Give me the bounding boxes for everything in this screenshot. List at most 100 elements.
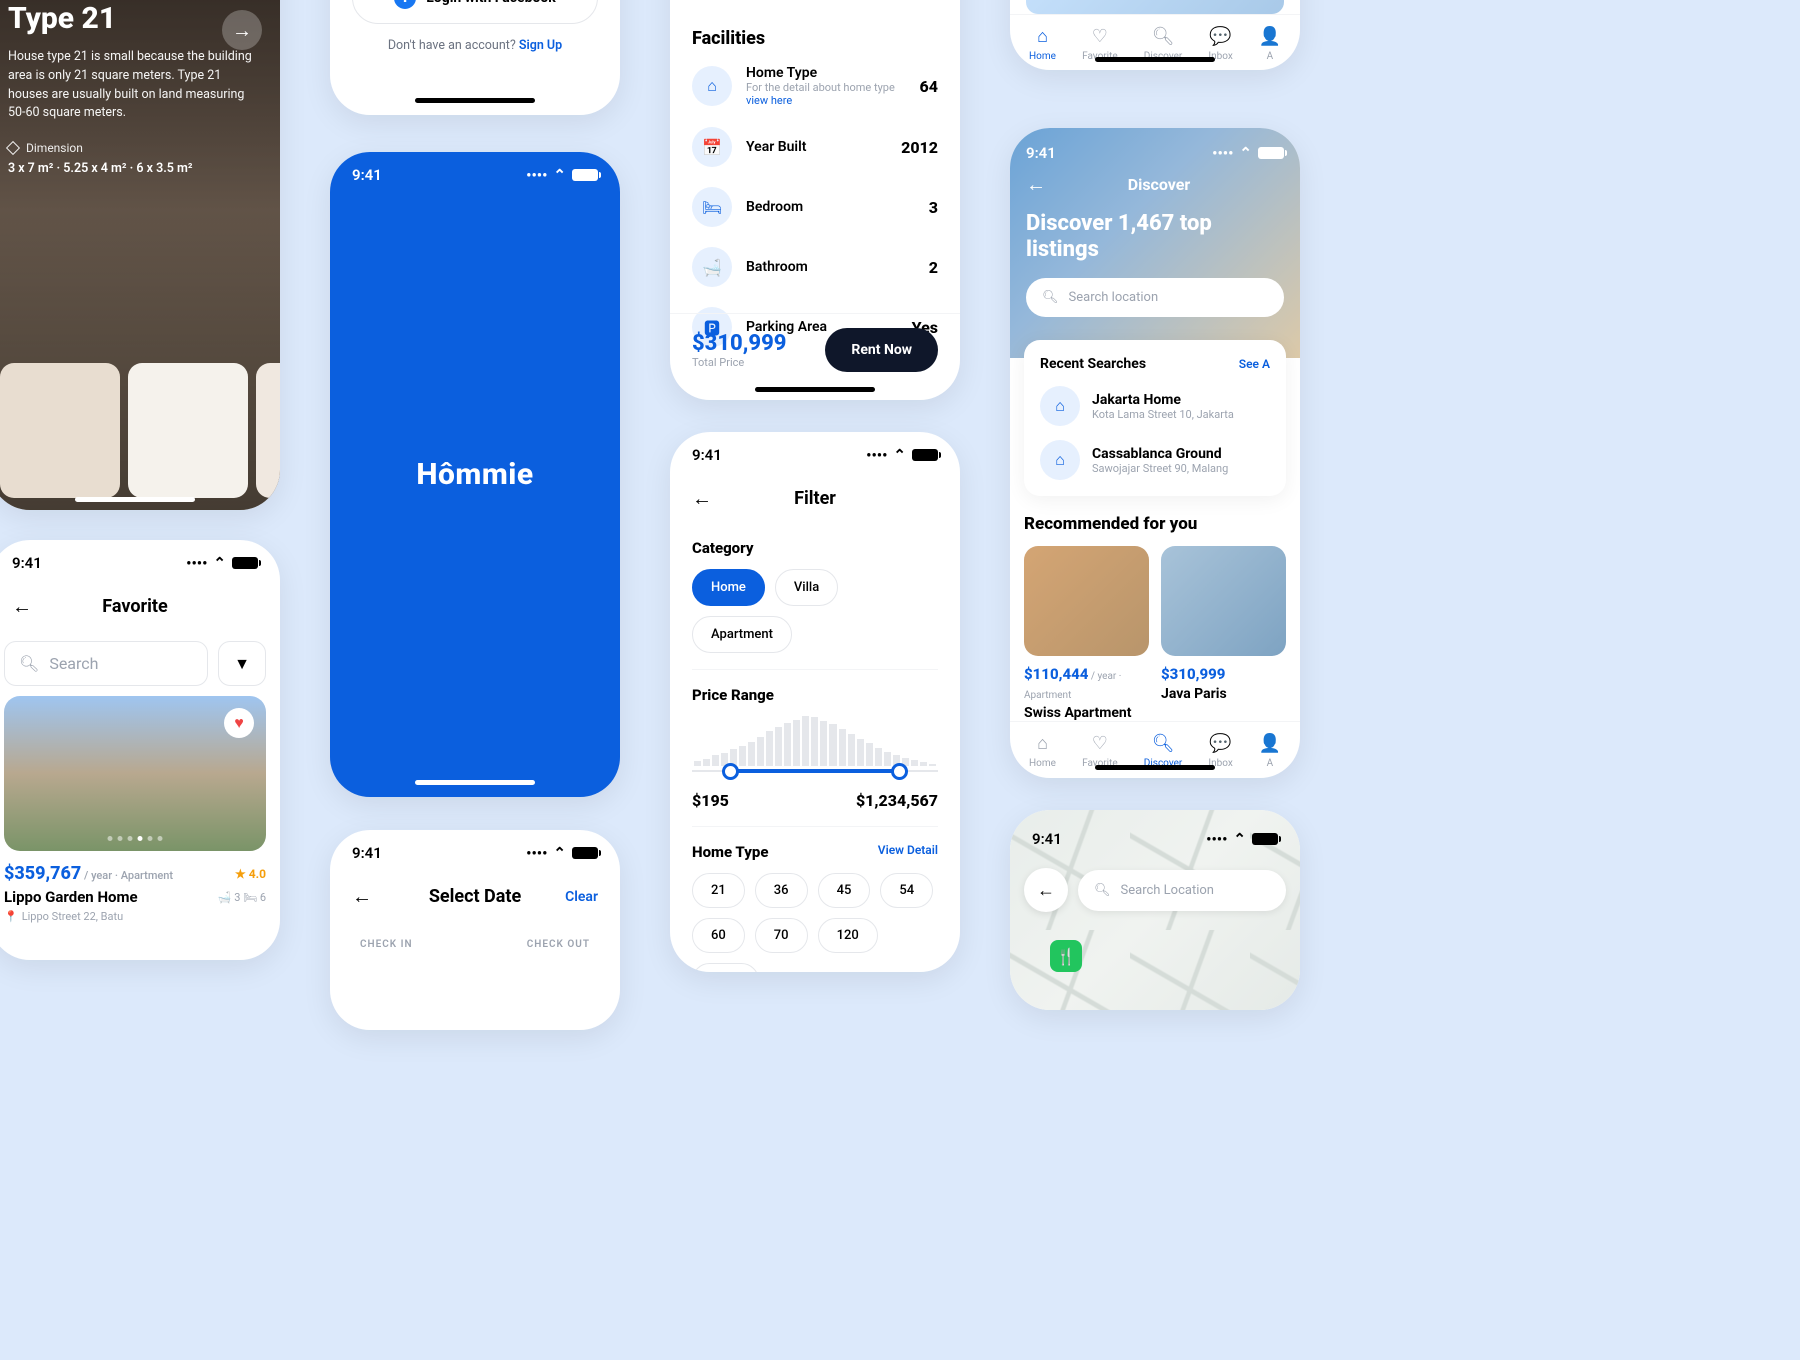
amenities: 🛁 3 🛏 6 <box>218 891 266 904</box>
back-button[interactable]: ← <box>692 486 712 511</box>
back-button[interactable]: ← <box>1024 868 1068 912</box>
total-label: Total Price <box>692 356 786 369</box>
search-icon: 🔍︎ <box>19 654 39 673</box>
recommended-card[interactable]: $110,444 / year · ApartmentSwiss Apartme… <box>1024 546 1149 721</box>
back-button[interactable]: ← <box>352 884 372 909</box>
search-input[interactable]: 🔍︎ Search Location <box>1078 870 1286 911</box>
home-indicator <box>1095 765 1215 770</box>
slider-handle-max[interactable] <box>891 763 908 780</box>
section-title: Facilities <box>692 28 938 49</box>
thumbnail[interactable] <box>128 363 248 498</box>
splash-screen: 9:41••••⌃ Hômmie <box>330 152 620 797</box>
facility-icon: 📅 <box>692 127 732 167</box>
home-type-chip[interactable]: 54 <box>880 873 933 908</box>
listing-price: $359,767 <box>4 863 81 884</box>
home-type-chip[interactable]: 36 <box>755 873 808 908</box>
dimension-icon <box>6 141 20 155</box>
chat-icon: 💬 <box>1210 732 1232 754</box>
login-screen-fragment: f Login with Facebook Don't have an acco… <box>330 0 620 115</box>
home-icon: ⌂ <box>1040 440 1080 480</box>
facilities-screen: Facilities ⌂Home TypeFor the detail abou… <box>670 0 960 400</box>
home-type-chip[interactable]: 120 <box>818 918 878 953</box>
nav-account[interactable]: 👤A <box>1259 25 1281 62</box>
category-chip[interactable]: Villa <box>775 569 838 606</box>
favorite-screen: 9:41••••⌃ ← Favorite 🔍︎ Search ▼ ♥ $359,… <box>0 540 280 960</box>
filter-screen: 9:41••••⌃ ← Filter Category HomeVillaApa… <box>670 432 960 972</box>
search-icon: 🔍︎ <box>1152 732 1174 754</box>
facility-icon: 🛏 <box>692 187 732 227</box>
home-indicator <box>1095 57 1215 62</box>
heart-icon: ♡ <box>1089 25 1111 47</box>
page-title: Select Date <box>429 886 521 907</box>
listing-card[interactable]: ♥ <box>4 696 266 851</box>
checkout-label: CHECK OUT <box>527 939 590 950</box>
price-slider[interactable] <box>692 761 938 781</box>
search-icon: 🔍︎ <box>1042 290 1059 305</box>
thumbnail[interactable] <box>0 363 120 498</box>
map-screen: 9:41••••⌃ ← 🔍︎ Search Location 🍴 <box>1010 810 1300 1010</box>
dimensions-value: 3 x 7 m² · 5.25 x 4 m² · 6 x 3.5 m² <box>8 161 262 176</box>
page-title: Filter <box>794 488 836 509</box>
home-nav-fragment: ⌂Home ♡Favorite 🔍︎Discover 💬Inbox 👤A <box>1010 0 1300 70</box>
signup-prompt: Don't have an account? Sign Up <box>330 38 620 53</box>
nav-home[interactable]: ⌂Home <box>1029 25 1056 62</box>
facility-row: 🛁Bathroom2 <box>692 247 938 287</box>
filter-icon: ▼ <box>234 654 250 674</box>
hero-image <box>1026 0 1284 14</box>
recommended-card[interactable]: $310,999Java Paris <box>1161 546 1286 721</box>
nav-favorite[interactable]: ♡Favorite <box>1082 732 1118 769</box>
price-max: $1,234,567 <box>856 791 938 810</box>
search-input[interactable]: 🔍︎ Search location <box>1026 278 1284 317</box>
home-indicator <box>415 780 535 785</box>
back-button[interactable]: ← <box>1026 172 1046 197</box>
facebook-icon: f <box>394 0 416 9</box>
clear-button[interactable]: Clear <box>565 889 598 905</box>
nav-inbox[interactable]: 💬Inbox <box>1208 732 1232 769</box>
search-icon: 🔍︎ <box>1094 883 1111 898</box>
back-button[interactable]: ← <box>12 594 32 619</box>
rent-now-button[interactable]: Rent Now <box>825 328 938 372</box>
price-min: $195 <box>692 791 729 810</box>
view-here-link[interactable]: view here <box>746 94 792 107</box>
price-histogram <box>692 716 938 766</box>
facebook-login-button[interactable]: f Login with Facebook <box>352 0 598 24</box>
filter-button[interactable]: ▼ <box>218 641 266 686</box>
view-detail-link[interactable]: View Detail <box>878 843 938 857</box>
discover-screen: 9:41••••⌃ ← Discover Discover 1,467 top … <box>1010 128 1300 778</box>
signup-link[interactable]: Sign Up <box>519 38 562 53</box>
app-logo: Hômmie <box>416 457 533 492</box>
home-icon: ⌂ <box>1032 732 1054 754</box>
home-icon: ⌂ <box>1040 386 1080 426</box>
price-range-label: Price Range <box>692 686 938 704</box>
property-detail-screen: 1 / 8 → Type 21 House type 21 is small b… <box>0 0 280 510</box>
nav-account[interactable]: 👤A <box>1259 732 1281 769</box>
home-indicator <box>415 98 535 103</box>
recent-search-item[interactable]: ⌂Jakarta HomeKota Lama Street 10, Jakart… <box>1040 386 1270 426</box>
slider-handle-min[interactable] <box>722 763 739 780</box>
home-type-chip[interactable]: 60 <box>692 918 745 953</box>
home-type-chip[interactable]: 21 <box>692 873 745 908</box>
search-input[interactable]: 🔍︎ Search <box>4 641 208 686</box>
total-price: $310,999 <box>692 331 786 356</box>
home-type-chip[interactable]: >120 <box>692 963 759 972</box>
category-chip[interactable]: Apartment <box>692 616 792 653</box>
nav-home[interactable]: ⌂Home <box>1029 732 1056 769</box>
home-icon: ⌂ <box>1032 25 1054 47</box>
listing-name: Lippo Garden Home <box>4 888 138 906</box>
page-title: Favorite <box>102 596 167 617</box>
checkin-label: CHECK IN <box>360 939 413 950</box>
map-pin-restaurant[interactable]: 🍴 <box>1050 940 1082 972</box>
rating: ★ 4.0 <box>235 867 266 881</box>
see-all-link[interactable]: See A <box>1239 357 1270 371</box>
recent-search-item[interactable]: ⌂Cassablanca GroundSawojajar Street 90, … <box>1040 440 1270 480</box>
user-icon: 👤 <box>1259 732 1281 754</box>
select-date-screen: 9:41••••⌃ ← Select Date Clear CHECK IN C… <box>330 830 620 1030</box>
favorite-toggle[interactable]: ♥ <box>224 708 254 738</box>
category-chip[interactable]: Home <box>692 569 765 606</box>
home-type-chip[interactable]: 45 <box>818 873 871 908</box>
nav-discover[interactable]: 🔍︎Discover <box>1144 732 1183 769</box>
facility-icon: 🛁 <box>692 247 732 287</box>
home-type-chip[interactable]: 70 <box>755 918 808 953</box>
thumbnail[interactable] <box>256 363 280 498</box>
next-image-button[interactable]: → <box>222 10 262 50</box>
